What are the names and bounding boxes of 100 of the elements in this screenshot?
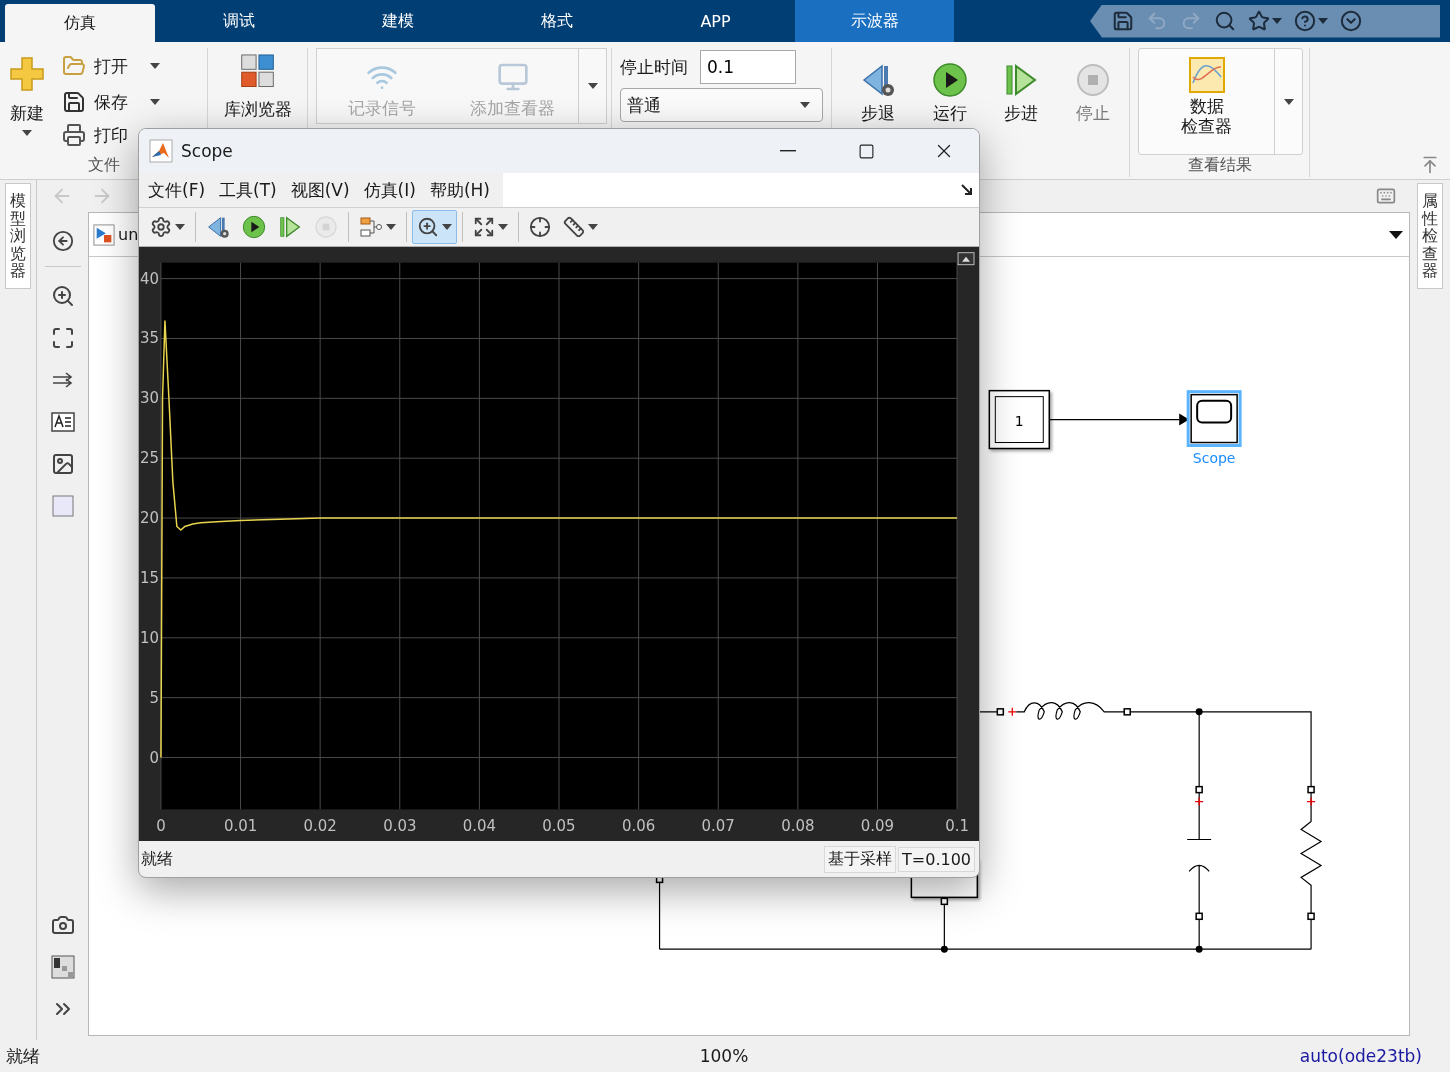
collapse-icon[interactable] [1340,10,1362,32]
axis-tick-label: 0.01 [223,817,258,836]
undock-icon[interactable] [961,184,973,196]
axis-tick-label: 0 [149,748,159,767]
section-label: 查看结果 [1187,155,1252,176]
scope-block[interactable] [1186,390,1242,447]
save-button[interactable]: 保存 [58,84,132,120]
library-browser-button[interactable]: 库浏览器 [221,48,294,124]
axis-tick-label: 0.1 [945,817,969,836]
signal-select-icon [359,215,383,239]
model-icon [93,223,115,246]
sim-button[interactable]: 步进 [985,48,1058,128]
axis-tick-label: 0.03 [383,817,417,836]
new-button[interactable]: 新建 [0,48,54,155]
menu-item[interactable]: 文件(F) [141,173,213,207]
chart-icon [1188,57,1225,93]
caret-icon [175,224,185,230]
arrows-icon [50,370,75,390]
image-icon [50,452,75,476]
open-button[interactable]: 打开 [58,48,132,84]
mode-dropdown[interactable]: 普通 [620,88,823,122]
axis-tick-label: 0 [156,817,166,836]
step-back-icon [206,215,230,239]
caret-icon [587,83,598,89]
run-icon [242,215,266,239]
status-text: 就绪 [6,1044,41,1068]
save-icon[interactable] [1112,10,1134,32]
minimize-icon [780,150,796,152]
folder-icon [62,54,86,78]
model-tab[interactable]: un [93,219,139,250]
fit-icon [473,216,495,238]
maximize-icon [857,142,875,160]
axis-tick-label: 15 [139,568,159,587]
print-button[interactable]: 打印 [58,120,132,150]
printer-icon [62,123,86,147]
step-forward-icon [278,215,302,239]
trigger-icon [529,216,551,238]
app-icon [149,139,173,163]
window-title: Scope [181,141,233,161]
search-icon[interactable] [1214,10,1236,32]
stop-icon [1075,62,1112,99]
menu-item[interactable]: 仿真(I) [356,173,423,207]
save-icon [62,90,86,114]
solver-link[interactable]: auto(ode23tb) [1299,1046,1422,1066]
ribbon-tab[interactable]: 格式 [481,0,632,42]
caret-icon [800,102,810,108]
axis-tick-label: 0.02 [303,817,337,836]
stop-time-field[interactable]: 0.1 [700,50,796,84]
axis-tick-label: 0.06 [621,817,656,836]
sim-button[interactable]: 步退 [842,48,914,128]
axis-tick-label: 35 [139,329,159,348]
camera-icon [50,913,75,937]
ribbon-tab[interactable]: 建模 [322,0,473,42]
keyboard-icon[interactable] [1376,186,1396,206]
ribbon-tab[interactable]: APP [640,0,791,42]
caret-icon [442,224,452,230]
sim-time: T=0.100 [898,846,975,872]
side-panel-tab[interactable]: 属性检查器 [1417,183,1443,289]
zoom-level: 100% [699,1046,749,1066]
caret-icon [588,224,598,230]
axis-tick-label: 30 [139,389,159,408]
sim-button[interactable]: 运行 [913,48,986,128]
stop-icon [314,215,338,239]
caret-icon[interactable] [150,63,160,69]
caret-icon[interactable] [150,99,160,105]
menu-item[interactable]: 工具(T) [212,173,284,207]
rectangle-icon [51,495,74,517]
axis-tick-label: 40 [139,269,159,288]
ribbon-tab[interactable]: 调试 [163,0,314,42]
axis-tick-label: 25 [139,449,159,468]
status-text: 就绪 [141,848,173,870]
gear-icon [150,216,172,238]
axis-tick-label: 0.09 [860,817,895,836]
axis-tick-label: 5 [149,688,159,707]
side-panel-tab[interactable]: 模型浏览器 [5,183,31,289]
fit-view-icon [50,326,75,350]
plus-icon [9,56,45,92]
zoom-icon [417,216,439,238]
ruler-icon [563,216,585,238]
zoom-in-icon [50,284,75,308]
axis-tick-label: 0.08 [781,817,815,836]
ribbon-tab[interactable]: 仿真 [4,4,155,42]
ribbon-tab[interactable]: 示波器 [795,0,954,42]
caret-icon[interactable] [1389,230,1403,239]
collapse-ribbon-icon[interactable] [1420,155,1440,175]
stop-time-label: 停止时间 [620,55,688,79]
caret-icon [22,129,32,136]
axis-tick-label: 10 [139,628,159,647]
caret-icon [386,224,396,230]
constant-block: 1 [988,389,1050,450]
table-icon [50,955,75,979]
maximize-axes-icon[interactable] [957,252,975,266]
toolbar-button[interactable] [412,210,457,244]
axis-tick-label: 0.07 [701,817,735,836]
menu-item[interactable]: 帮助(H) [422,173,497,207]
library-icon [239,54,276,89]
star-icon[interactable] [1248,10,1270,32]
caret-icon [498,224,508,230]
help-icon[interactable] [1294,10,1316,32]
menu-item[interactable]: 视图(V) [283,173,357,207]
